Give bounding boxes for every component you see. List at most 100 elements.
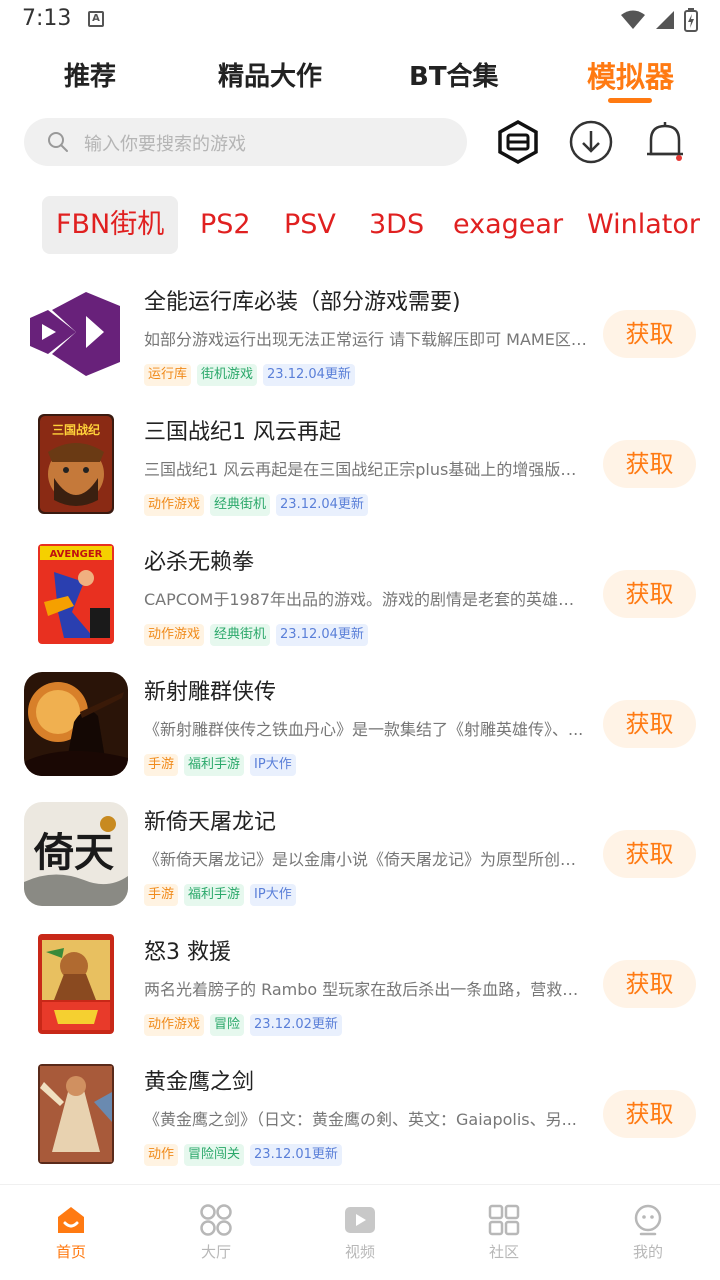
game-title: 新倚天屠龙记 [144,810,277,835]
nav-label: 社区 [488,1243,519,1261]
list-item[interactable]: 全能运行库必装（部分游戏需要) 如部分游戏运行出现无法正常运行 请下载解压即可 … [0,270,720,400]
avenger-logo: AVENGER [50,549,103,560]
list-item[interactable]: 倚天 新倚天屠龙记 《新倚天屠龙记》是以金庸小说《倚天屠龙记》为原型所创作...… [0,790,720,920]
tab-recommend[interactable]: 推荐 [64,56,116,93]
search-icon [48,132,68,152]
grid-circles-icon [200,1204,232,1236]
tag-badge: IP大作 [250,754,296,776]
play-icon [345,1207,375,1233]
game-description: 《新倚天屠龙记》是以金庸小说《倚天屠龙记》为原型所创作... [144,850,588,869]
game-title: 三国战纪1 风云再起 [144,420,341,445]
game-tags: 动作 冒险闯关 23.12.01更新 [144,1144,342,1166]
tag-badge: 运行库 [144,364,192,386]
tag-badge: 23.12.02更新 [250,1014,342,1036]
nav-label: 我的 [632,1243,663,1261]
tag-badge: 23.12.04更新 [263,364,355,386]
list-item[interactable]: AVENGER 必杀无赖拳 CAPCOM于1987年出品的游戏。游戏的剧情是老套… [0,530,720,660]
get-button[interactable]: 获取 [603,1090,696,1138]
game-title: 怒3 救援 [144,940,231,965]
status-time: 7:13 [22,6,72,31]
top-tabs: 推荐 精品大作 BT合集 模拟器 [0,50,720,110]
wifi-icon [621,10,645,29]
get-button[interactable]: 获取 [603,960,696,1008]
tag-badge: 动作 [144,1144,179,1166]
emu-tab-psv[interactable]: PSV [284,196,336,254]
nav-mine[interactable]: 我的 [603,1203,693,1262]
game-description: CAPCOM于1987年出品的游戏。游戏的剧情是老套的英雄救... [144,590,588,609]
tag-badge: IP大作 [250,884,296,906]
emu-tab-exagear[interactable]: exagear [453,196,563,254]
visual-studio-icon [24,282,128,386]
game-cover-sanguo: 三国战纪 [24,412,128,516]
get-button[interactable]: 获取 [603,570,696,618]
notification-a-icon: A [88,11,104,27]
game-cover-gaiapolis [24,1062,128,1166]
nav-label: 大厅 [200,1243,231,1261]
tab-emulator[interactable]: 模拟器 [587,54,674,96]
list-item[interactable]: 三国战纪 三国战纪1 风云再起 三国战纪1 风云再起是在三国战纪正宗plus基础… [0,400,720,530]
tag-badge: 23.12.04更新 [276,624,368,646]
game-cover-shediao [24,672,128,776]
game-cover-avenger: AVENGER [24,542,128,646]
grid-squares-icon [488,1204,520,1236]
signal-icon [656,11,674,29]
tag-badge: 动作游戏 [144,494,205,516]
tag-badge: 手游 [144,884,179,906]
nav-hall[interactable]: 大厅 [171,1203,261,1262]
tag-badge: 手游 [144,754,179,776]
game-description: 《黄金鹰之剑》（日文：黄金鹰の剣、英文：Gaiapolis、另... [144,1110,577,1129]
game-description: 《新射雕群侠传之铁血丹心》是一款集结了《射雕英雄传》、... [144,720,584,739]
game-tags: 运行库 街机游戏 23.12.04更新 [144,364,355,386]
status-icons [620,8,698,32]
game-cover-yitian: 倚天 [24,802,128,906]
nav-home[interactable]: 首页 [26,1203,116,1262]
tag-badge: 经典街机 [210,624,271,646]
get-button[interactable]: 获取 [603,440,696,488]
nav-label: 首页 [55,1243,86,1261]
yitian-logo: 倚天 [33,829,114,876]
game-title: 黄金鹰之剑 [144,1070,255,1095]
get-button[interactable]: 获取 [603,700,696,748]
list-item[interactable]: 黄金鹰之剑 《黄金鹰之剑》（日文：黄金鹰の剣、英文：Gaiapolis、另...… [0,1050,720,1180]
nav-label: 视频 [344,1243,375,1261]
status-bar: 7:13 A [0,0,720,40]
get-button[interactable]: 获取 [603,310,696,358]
game-description: 三国战纪1 风云再起是在三国战纪正宗plus基础上的增强版，... [144,460,588,479]
get-button[interactable]: 获取 [603,830,696,878]
game-tags: 手游 福利手游 IP大作 [144,884,296,906]
tag-badge: 街机游戏 [197,364,258,386]
tag-badge: 福利手游 [184,754,245,776]
emu-tab-fbn[interactable]: FBN街机 [42,196,179,254]
game-tags: 动作游戏 经典街机 23.12.04更新 [144,494,368,516]
emu-tab-3ds[interactable]: 3DS [369,196,424,254]
list-item[interactable]: 怒3 救援 两名光着膀子的 Rambo 型玩家在敌后杀出一条血路，营救一... … [0,920,720,1050]
battery-icon [684,8,698,32]
bell-icon[interactable] [641,118,689,166]
game-tags: 手游 福利手游 IP大作 [144,754,296,776]
sanguo-logo: 三国战纪 [52,422,100,437]
game-description: 如部分游戏运行出现无法正常运行 请下载解压即可 MAME区 ... [144,330,588,349]
download-icon[interactable] [567,118,615,166]
nav-community[interactable]: 社区 [459,1203,549,1262]
game-description: 两名光着膀子的 Rambo 型玩家在敌后杀出一条血路，营救一... [144,980,588,999]
gamepad-box-icon[interactable] [494,118,542,166]
tab-bt-collection[interactable]: BT合集 [409,56,499,93]
search-input[interactable]: 输入你要搜索的游戏 [24,118,467,166]
tag-badge: 动作游戏 [144,1014,205,1036]
emu-tab-winlator[interactable]: Winlator [587,196,700,254]
nav-video[interactable]: 视频 [315,1203,405,1262]
game-tags: 动作游戏 经典街机 23.12.04更新 [144,624,368,646]
profile-icon [634,1204,662,1236]
tag-badge: 福利手游 [184,884,245,906]
tab-featured[interactable]: 精品大作 [218,56,322,93]
tab-active-indicator [608,98,652,103]
game-title: 全能运行库必装（部分游戏需要) [144,290,461,315]
tag-badge: 23.12.01更新 [250,1144,342,1166]
game-title: 必杀无赖拳 [144,550,255,575]
tag-badge: 冒险闯关 [184,1144,245,1166]
home-icon [58,1207,84,1233]
list-item[interactable]: 新射雕群侠传 《新射雕群侠传之铁血丹心》是一款集结了《射雕英雄传》、... 手游… [0,660,720,790]
tag-badge: 经典街机 [210,494,271,516]
tag-badge: 冒险 [210,1014,245,1036]
emu-tab-ps2[interactable]: PS2 [200,196,251,254]
